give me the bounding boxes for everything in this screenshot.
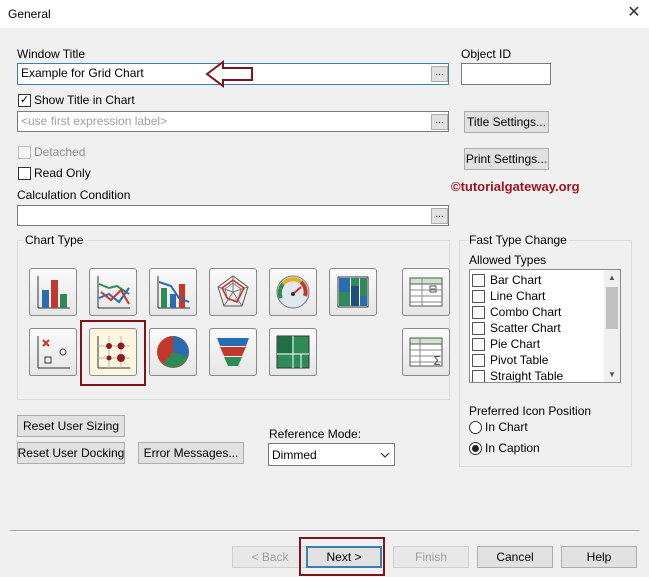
close-icon[interactable]: ✕ <box>624 3 644 23</box>
list-item-label: Straight Table <box>490 369 564 383</box>
bar-chart-icon[interactable] <box>29 268 77 316</box>
list-item-label: Bar Chart <box>490 273 542 287</box>
object-id-label: Object ID <box>461 47 512 61</box>
reference-mode-select[interactable]: Dimmed <box>268 443 395 466</box>
list-item-checkbox[interactable] <box>472 353 485 367</box>
pie-chart-icon[interactable] <box>149 328 197 376</box>
list-item[interactable]: Line Chart <box>472 288 545 304</box>
title-expression-input[interactable]: <use first expression label> <box>17 111 449 132</box>
reference-mode-value: Dimmed <box>272 448 317 462</box>
object-id-input[interactable] <box>461 63 551 85</box>
window-title-label: Window Title <box>17 47 86 61</box>
block-chart-icon[interactable] <box>269 328 317 376</box>
arrow-annotation-icon <box>205 60 253 88</box>
read-only-label: Read Only <box>34 166 91 180</box>
detached-checkbox[interactable] <box>18 146 31 159</box>
window-title: General <box>8 7 51 21</box>
in-caption-label: In Caption <box>485 441 540 455</box>
error-messages-button[interactable]: Error Messages... <box>138 442 244 464</box>
mekko-chart-icon[interactable] <box>329 268 377 316</box>
watermark-text: ©tutorialgateway.org <box>451 179 580 194</box>
reference-mode-label: Reference Mode: <box>269 427 362 441</box>
list-item-label: Pivot Table <box>490 353 549 367</box>
list-item-checkbox[interactable] <box>472 289 485 303</box>
title-settings-button[interactable]: Title Settings... <box>464 111 549 133</box>
preferred-icon-position-label: Preferred Icon Position <box>469 404 592 418</box>
list-item[interactable]: Combo Chart <box>472 304 561 320</box>
calculation-condition-label: Calculation Condition <box>17 188 131 202</box>
list-item-checkbox[interactable] <box>472 273 485 287</box>
back-button[interactable]: < Back <box>232 546 308 568</box>
funnel-chart-icon[interactable] <box>209 328 257 376</box>
list-item-label: Scatter Chart <box>490 321 561 335</box>
selected-chart-highlight <box>80 320 146 386</box>
straight-table-icon[interactable]: Σ <box>402 328 450 376</box>
list-item-checkbox[interactable] <box>472 369 485 382</box>
scroll-down-icon[interactable]: ▼ <box>608 370 616 379</box>
scatter-chart-icon[interactable] <box>29 328 77 376</box>
next-button-highlight <box>299 537 385 576</box>
in-caption-radio[interactable] <box>469 442 482 455</box>
list-item[interactable]: Pie Chart <box>472 336 540 352</box>
calculation-condition-input[interactable] <box>17 205 449 226</box>
chevron-down-icon <box>380 452 390 458</box>
show-title-label: Show Title in Chart <box>34 93 135 107</box>
finish-button[interactable]: Finish <box>393 546 469 568</box>
chart-type-label: Chart Type <box>23 233 86 247</box>
allowed-types-list[interactable]: Bar Chart Line Chart Combo Chart Scatter… <box>469 269 621 383</box>
title-expression-browse-button[interactable]: ... <box>431 114 448 130</box>
detached-label: Detached <box>34 145 86 159</box>
list-scrollbar[interactable]: ▲ ▼ <box>604 270 620 382</box>
combo-chart-icon[interactable] <box>149 268 197 316</box>
title-bar: General ✕ <box>0 0 649 28</box>
calculation-condition-browse-button[interactable]: ... <box>431 208 448 224</box>
show-title-checkbox[interactable]: ✓ <box>18 94 31 107</box>
list-item[interactable]: Pivot Table <box>472 352 548 368</box>
scroll-up-icon[interactable]: ▲ <box>608 273 616 282</box>
reset-user-docking-button[interactable]: Reset User Docking <box>17 442 125 464</box>
list-item-label: Pie Chart <box>490 337 541 351</box>
line-chart-icon[interactable] <box>89 268 137 316</box>
list-item-checkbox[interactable] <box>472 337 485 351</box>
allowed-types-label: Allowed Types <box>469 253 547 267</box>
read-only-checkbox[interactable] <box>18 167 31 180</box>
list-item[interactable]: Straight Table <box>472 368 564 383</box>
list-item[interactable]: Bar Chart <box>472 272 541 288</box>
help-button[interactable]: Help <box>561 546 637 568</box>
gauge-chart-icon[interactable] <box>269 268 317 316</box>
list-item[interactable]: Scatter Chart <box>472 320 561 336</box>
in-chart-radio[interactable] <box>469 421 482 434</box>
svg-text:Σ: Σ <box>433 354 441 368</box>
scrollbar-thumb[interactable] <box>606 287 618 329</box>
radar-chart-icon[interactable] <box>209 268 257 316</box>
print-settings-button[interactable]: Print Settings... <box>464 148 549 170</box>
list-item-checkbox[interactable] <box>472 321 485 335</box>
cancel-button[interactable]: Cancel <box>477 546 553 568</box>
reset-user-sizing-button[interactable]: Reset User Sizing <box>17 415 125 437</box>
window-title-browse-button[interactable]: ... <box>431 66 448 82</box>
list-item-label: Combo Chart <box>490 305 562 319</box>
fast-type-change-label: Fast Type Change <box>467 233 569 247</box>
list-item-label: Line Chart <box>490 289 546 303</box>
list-item-checkbox[interactable] <box>472 305 485 319</box>
footer-separator <box>10 530 639 532</box>
in-chart-label: In Chart <box>485 420 528 434</box>
pivot-table-icon[interactable] <box>402 268 450 316</box>
